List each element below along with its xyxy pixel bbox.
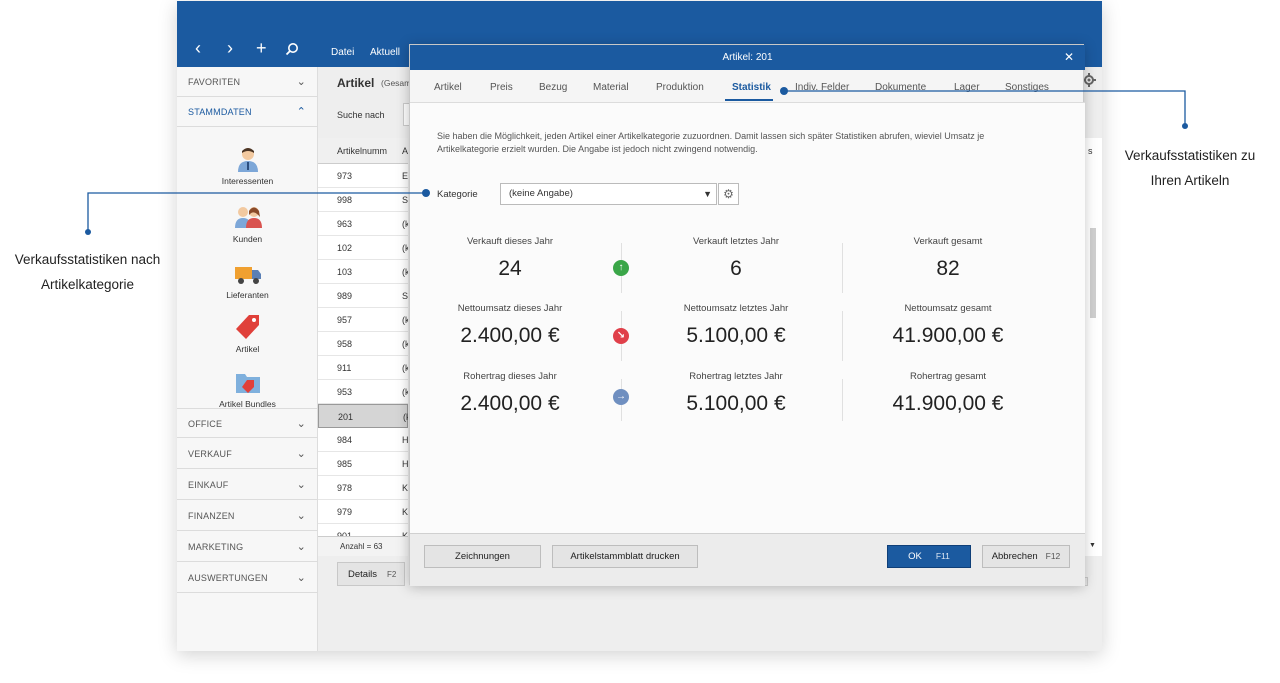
- callout-connectors: [85, 87, 1188, 235]
- callout-left-end-dot: [85, 229, 91, 235]
- callout-left-line: [87, 192, 426, 232]
- callout-right-end-dot: [1182, 123, 1188, 129]
- callout-right-line: [784, 90, 1186, 126]
- callout-right-start-dot: [780, 87, 788, 95]
- callout-left-start-dot: [422, 189, 430, 197]
